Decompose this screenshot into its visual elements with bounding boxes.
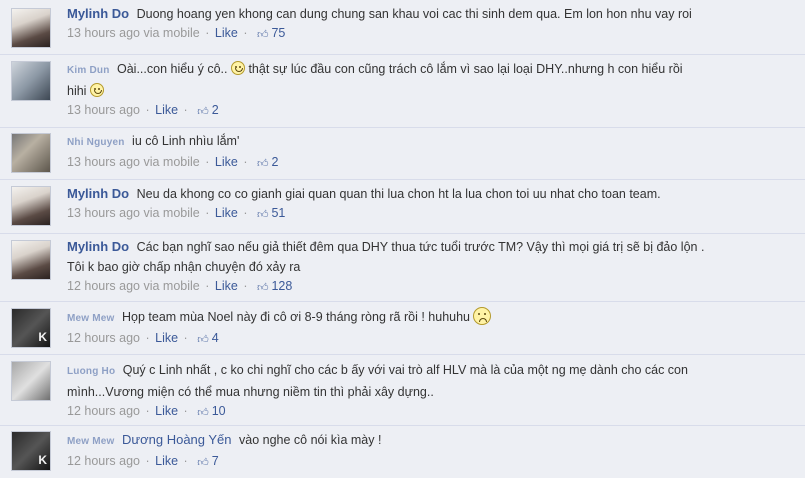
smile-icon [89, 83, 104, 97]
like-count[interactable]: 2 [271, 155, 278, 169]
comment-text-line2: mình...Vương miện có thể mua nhưng niềm … [67, 385, 434, 399]
comment-text-line2: Tôi k bao giờ chấp nhận chuyện đó xảy ra [67, 260, 301, 274]
timestamp[interactable]: 12 hours ago [67, 454, 140, 468]
avatar[interactable] [11, 8, 51, 48]
avatar[interactable]: K [11, 308, 51, 348]
timestamp[interactable]: 12 hours ago [67, 279, 140, 293]
timestamp[interactable]: 12 hours ago [67, 331, 140, 345]
comment-text: Neu da khong co co gianh giai quan quan … [136, 187, 661, 201]
avatar[interactable] [11, 240, 51, 280]
comment-item: Nhi Nguyen iu cô Linh nhìu lắm' 13 hours… [0, 128, 805, 180]
timestamp[interactable]: 13 hours ago [67, 26, 140, 40]
like-button[interactable]: Like [215, 26, 238, 40]
commenter-name[interactable]: Kim Dun [67, 65, 110, 76]
via-label: via mobile [143, 155, 200, 169]
like-button[interactable]: Like [155, 404, 178, 418]
avatar[interactable] [11, 133, 51, 173]
comment-feed: Mylinh Do Duong hoang yen khong can dung… [0, 0, 805, 478]
commenter-name[interactable]: Nhi Nguyen [67, 137, 125, 148]
commenter-name[interactable]: Mew Mew [67, 313, 115, 324]
comment-text: vào nghe cô nói kìa mày ! [239, 433, 382, 447]
thumbs-up-icon: 👍︎ [197, 407, 209, 419]
via-label: via mobile [143, 206, 200, 220]
comment-text: Oài...con hiểu ý cô.. [117, 62, 228, 76]
comment-item: Mylinh Do Neu da khong co co gianh giai … [0, 180, 805, 234]
comment-text: Duong hoang yen khong can dung chung san… [136, 7, 692, 21]
avatar[interactable] [11, 361, 51, 401]
like-count[interactable]: 75 [271, 26, 285, 40]
like-button[interactable]: Like [215, 206, 238, 220]
thumbs-up-icon: 👍︎ [256, 158, 269, 170]
comment-text-line2: hihi [67, 84, 87, 98]
like-button[interactable]: Like [155, 454, 178, 468]
comment-text: Quý c Linh nhất , c ko chi nghĩ cho các … [122, 363, 688, 377]
comment-text-cont: thật sự lúc đầu con cũng trách cô lắm vì… [248, 62, 683, 76]
commenter-name[interactable]: Mew Mew [67, 436, 115, 447]
avatar[interactable] [11, 186, 51, 226]
comment-text: iu cô Linh nhìu lắm' [132, 134, 240, 148]
comment-text: Họp team mùa Noel này đi cô ơi 8-9 tháng… [122, 310, 470, 324]
commenter-name[interactable]: Mylinh Do [67, 239, 129, 254]
commenter-name[interactable]: Mylinh Do [67, 6, 129, 21]
comment-item: Luong Ho Quý c Linh nhất , c ko chi nghĩ… [0, 355, 805, 426]
timestamp[interactable]: 13 hours ago [67, 103, 140, 117]
tagged-user-link[interactable]: Dương Hoàng Yến [122, 432, 232, 447]
like-button[interactable]: Like [155, 103, 178, 117]
like-count[interactable]: 7 [212, 454, 219, 468]
timestamp[interactable]: 13 hours ago [67, 155, 140, 169]
thumbs-up-icon: 👍︎ [197, 106, 209, 118]
like-button[interactable]: Like [215, 279, 238, 293]
thumbs-up-icon: 👍︎ [256, 29, 269, 41]
comment-item: Kim Dun Oài...con hiểu ý cô.. thật sự lú… [0, 55, 805, 128]
timestamp[interactable]: 13 hours ago [67, 206, 140, 220]
sad-icon [473, 307, 492, 325]
like-button[interactable]: Like [155, 331, 178, 345]
thumbs-up-icon: 👍︎ [256, 282, 269, 294]
via-label: via mobile [143, 26, 200, 40]
comment-item: Mylinh Do Duong hoang yen khong can dung… [0, 0, 805, 55]
comment-item: Mylinh Do Các bạn nghĩ sao nếu giả thiết… [0, 234, 805, 302]
via-label: via mobile [143, 279, 200, 293]
smile-icon [230, 61, 245, 75]
commenter-name[interactable]: Mylinh Do [67, 186, 129, 201]
like-button[interactable]: Like [215, 155, 238, 169]
like-count[interactable]: 4 [212, 331, 219, 345]
like-count[interactable]: 10 [212, 404, 226, 418]
like-count[interactable]: 128 [271, 279, 292, 293]
thumbs-up-icon: 👍︎ [197, 334, 209, 346]
avatar[interactable]: K [11, 431, 51, 471]
thumbs-up-icon: 👍︎ [197, 457, 209, 469]
like-count[interactable]: 51 [271, 206, 285, 220]
avatar[interactable] [11, 61, 51, 101]
commenter-name[interactable]: Luong Ho [67, 366, 115, 377]
comment-text: Các bạn nghĩ sao nếu giả thiết đêm qua D… [136, 240, 705, 254]
comment-item: K Mew Mew Họp team mùa Noel này đi cô ơi… [0, 302, 805, 355]
thumbs-up-icon: 👍︎ [256, 209, 269, 221]
like-count[interactable]: 2 [212, 103, 219, 117]
timestamp[interactable]: 12 hours ago [67, 404, 140, 418]
comment-item: K Mew Mew Dương Hoàng Yến vào nghe cô nó… [0, 426, 805, 478]
